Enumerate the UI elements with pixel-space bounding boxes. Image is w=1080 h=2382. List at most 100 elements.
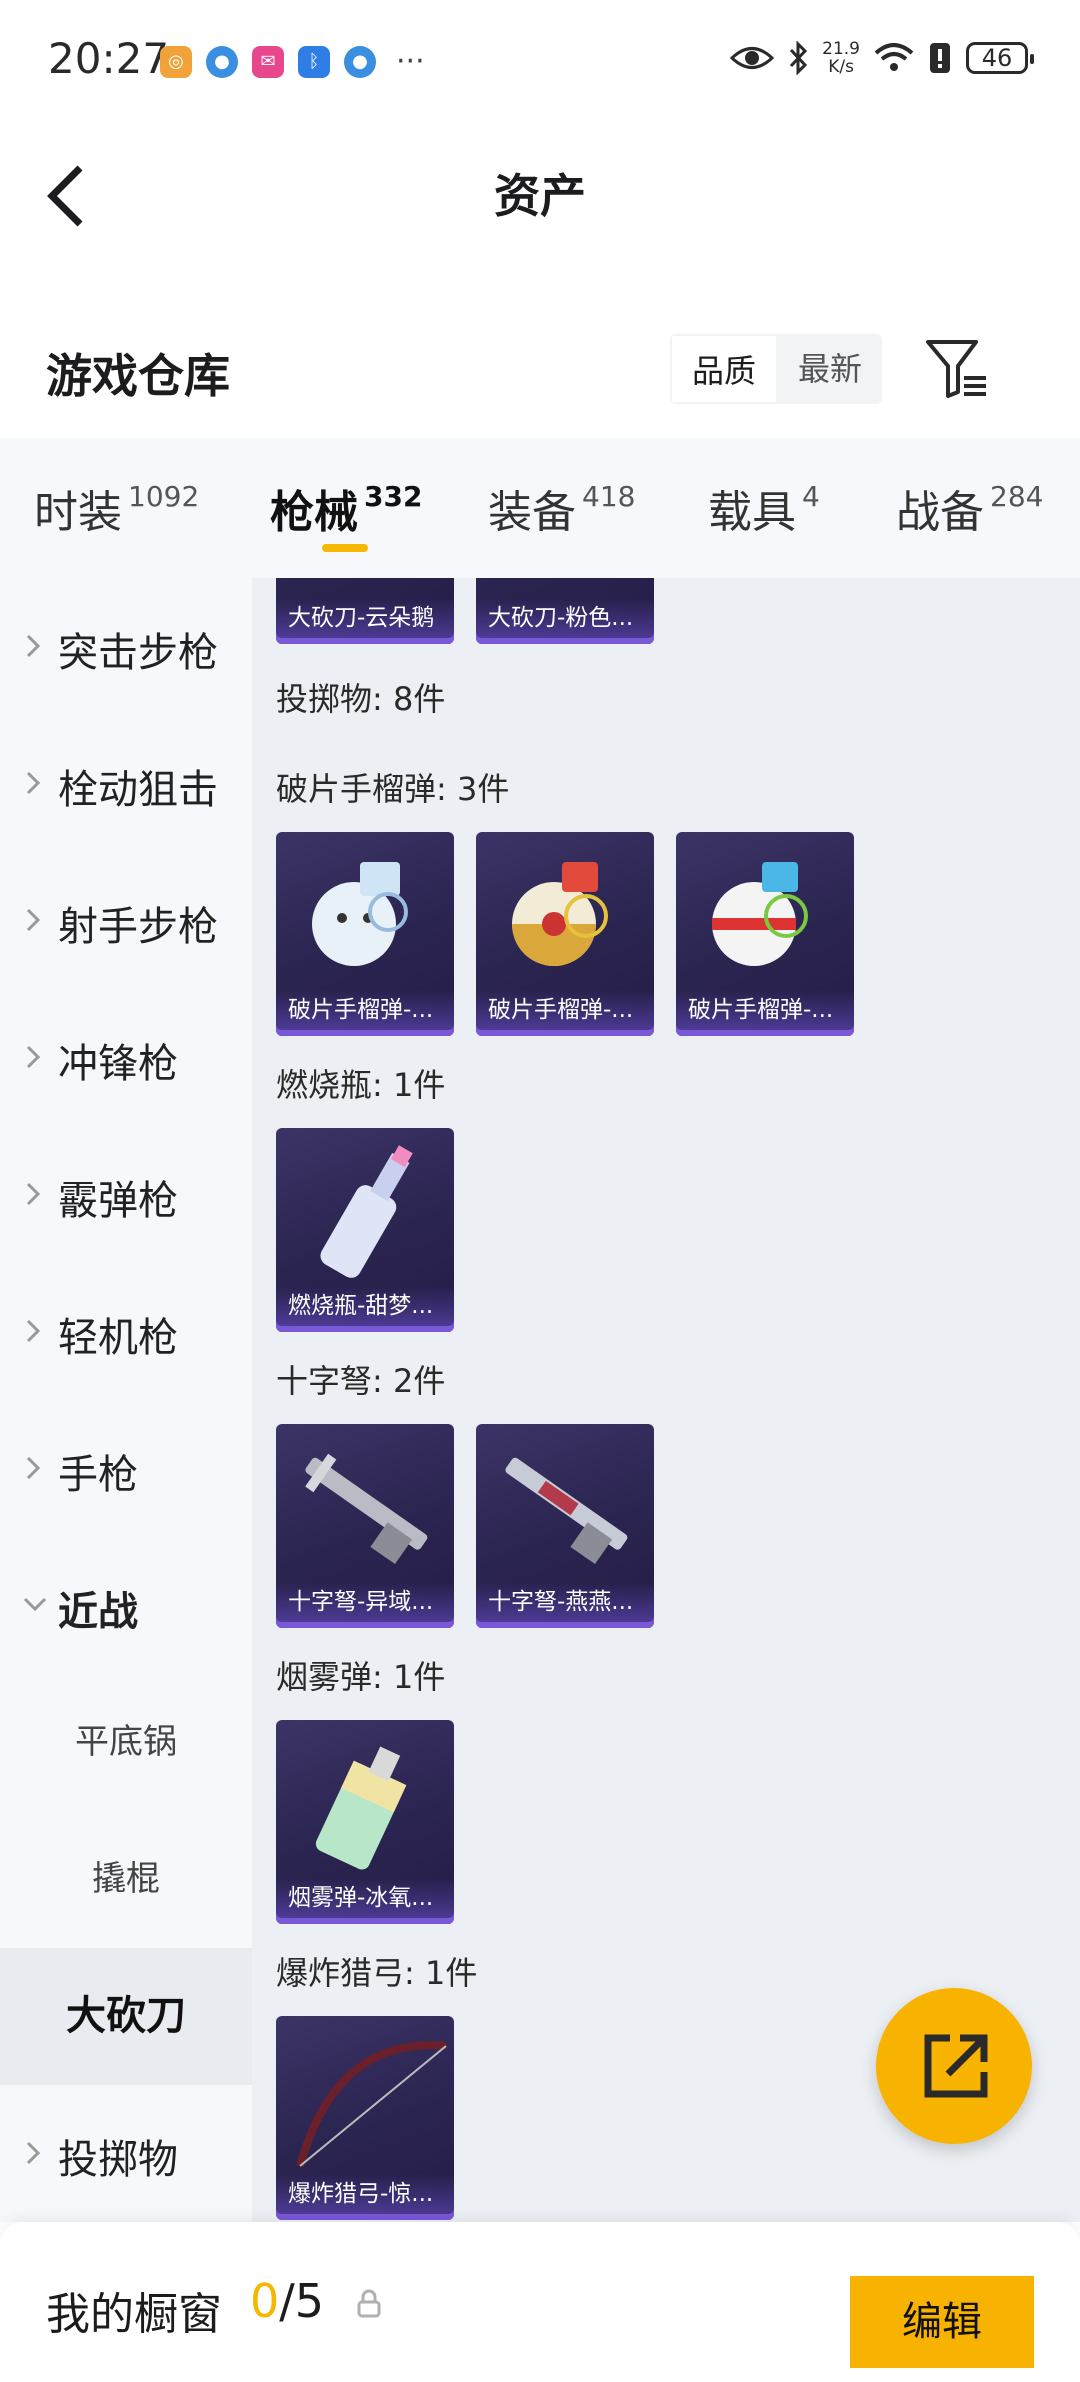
- browser-notification-icon-2: ●: [344, 45, 376, 78]
- sidebar-item-label: 突击步枪: [58, 630, 218, 676]
- chevron-right-icon: [26, 634, 41, 658]
- app-notification-icon: ◎: [160, 45, 192, 78]
- chevron-right-icon: [26, 1456, 41, 1480]
- chat-notification-icon: ✉: [252, 45, 284, 78]
- sidebar-item-label: 霰弹枪: [58, 1178, 178, 1224]
- molotov-image: [320, 1145, 413, 1278]
- section-title: 爆炸猎弓: 1件: [276, 1954, 478, 1992]
- showcase-label: 我的橱窗: [46, 2289, 222, 2340]
- page-title: 资产: [494, 169, 586, 223]
- eye-icon: [730, 47, 775, 69]
- tab-vehicles[interactable]: 载具 4: [708, 476, 820, 540]
- more-notifications-icon: ···: [396, 44, 425, 79]
- item-name: 破片手榴弹-...: [676, 990, 854, 1030]
- hunting-bow-image: [296, 2041, 447, 2168]
- showcase-count: 0/5: [250, 2274, 325, 2328]
- chevron-right-icon: [26, 2141, 41, 2165]
- sidebar-item-assault-rifle[interactable]: 突击步枪: [0, 578, 252, 715]
- sidebar-item-label: 近战: [58, 1589, 138, 1635]
- chevron-right-icon: [26, 1319, 41, 1343]
- weapon-category-sidebar: 突击步枪 栓动狙击 射手步枪 冲锋枪 霰弹枪 轻机枪 手枪 近战 平底锅 撬棍 …: [0, 578, 252, 2222]
- sidebar-subitem-pan[interactable]: 平底锅: [0, 1674, 252, 1811]
- chevron-right-icon: [26, 1045, 41, 1069]
- browser-notification-icon: ●: [206, 45, 238, 78]
- network-speed: 21.9 K/s: [822, 39, 860, 77]
- sidebar-item-label: 射手步枪: [58, 904, 218, 950]
- notification-icons: ◎ ● ✉ ᛒ ● ···: [160, 44, 425, 79]
- item-name: 燃烧瓶-甜梦...: [276, 1286, 454, 1326]
- chevron-right-icon: [26, 771, 41, 795]
- item-card[interactable]: 十字弩-异域...: [276, 1424, 454, 1628]
- tab-tactical[interactable]: 战备 284: [896, 476, 1043, 540]
- sort-quality-button[interactable]: 品质: [670, 334, 779, 404]
- sidebar-item-throwables[interactable]: 投掷物: [0, 2085, 252, 2222]
- item-grid: 大砍刀-云朵鹅 大砍刀-粉色... 投掷物: 8件 破片手榴弹: 3件 破片手榴…: [252, 578, 1080, 2222]
- bluetooth-notification-icon: ᛒ: [298, 45, 330, 78]
- crossbow-image: [305, 1453, 428, 1565]
- frag-grenade-image: [712, 862, 808, 966]
- sidebar-item-shotgun[interactable]: 霰弹枪: [0, 1126, 252, 1263]
- sidebar-subitem-machete[interactable]: 大砍刀: [0, 1948, 252, 2085]
- item-name: 十字弩-异域...: [276, 1582, 454, 1622]
- sidebar-item-label: 投掷物: [58, 2137, 178, 2183]
- item-card[interactable]: 破片手榴弹-...: [476, 832, 654, 1036]
- sidebar-item-pistol[interactable]: 手枪: [0, 1400, 252, 1537]
- chevron-down-icon: [23, 1597, 47, 1612]
- chevron-right-icon: [26, 908, 41, 932]
- item-name: 爆炸猎弓-惊...: [276, 2174, 454, 2214]
- smoke-grenade-image: [315, 1746, 407, 1870]
- sidebar-item-marksman-rifle[interactable]: 射手步枪: [0, 852, 252, 989]
- tab-fashion[interactable]: 时装 1092: [34, 476, 199, 540]
- item-card[interactable]: 十字弩-燕燕...: [476, 1424, 654, 1628]
- item-name: 大砍刀-粉色...: [476, 598, 654, 638]
- wifi-icon: [874, 43, 914, 71]
- external-link-icon: [924, 2034, 988, 2098]
- item-card[interactable]: 破片手榴弹-...: [276, 832, 454, 1036]
- sidebar-item-lmg[interactable]: 轻机枪: [0, 1263, 252, 1400]
- share-fab[interactable]: [876, 1988, 1032, 2144]
- item-name: 大砍刀-云朵鹅: [276, 598, 454, 638]
- category-header: 投掷物: 8件: [276, 680, 446, 718]
- item-card[interactable]: 燃烧瓶-甜梦...: [276, 1128, 454, 1332]
- chevron-right-icon: [26, 1182, 41, 1206]
- top-app-bar: 资产: [0, 120, 1080, 260]
- category-tabs: 时装 1092 枪械 332 装备 418 载具 4 战备 284: [0, 438, 1080, 578]
- showcase-bar: 我的橱窗 0/5 编辑: [0, 2222, 1080, 2382]
- sim-alert-icon: [930, 43, 950, 73]
- item-card[interactable]: 烟雾弹-冰氧...: [276, 1720, 454, 1924]
- item-card[interactable]: 爆炸猎弓-惊...: [276, 2016, 454, 2220]
- tab-equipment[interactable]: 装备 418: [488, 476, 635, 540]
- lock-icon: [357, 2289, 381, 2318]
- section-title: 十字弩: 2件: [276, 1362, 446, 1400]
- active-tab-indicator: [322, 544, 368, 552]
- sidebar-item-melee[interactable]: 近战: [0, 1537, 252, 1674]
- sidebar-item-label: 栓动狙击: [58, 767, 218, 813]
- item-name: 破片手榴弹-...: [476, 990, 654, 1030]
- sidebar-item-label: 轻机枪: [58, 1315, 178, 1361]
- sort-toggle: 品质 最新: [670, 334, 883, 404]
- sort-newest-button[interactable]: 最新: [778, 334, 882, 404]
- section-title: 烟雾弹: 1件: [276, 1658, 446, 1696]
- edit-button[interactable]: 编辑: [850, 2276, 1034, 2368]
- sidebar-item-smg[interactable]: 冲锋枪: [0, 989, 252, 1126]
- tab-firearms[interactable]: 枪械 332: [270, 476, 422, 540]
- sidebar-item-label: 手枪: [58, 1452, 138, 1498]
- item-card[interactable]: 破片手榴弹-...: [676, 832, 854, 1036]
- item-name: 烟雾弹-冰氧...: [276, 1878, 454, 1918]
- item-name: 破片手榴弹-...: [276, 990, 454, 1030]
- section-title: 破片手榴弹: 3件: [276, 770, 510, 808]
- status-time: 20:27: [48, 34, 170, 83]
- crossbow-image: [505, 1457, 628, 1565]
- battery-indicator: 46: [966, 42, 1034, 74]
- frag-grenade-image: [312, 862, 408, 966]
- section-title: 燃烧瓶: 1件: [276, 1066, 446, 1104]
- warehouse-title: 游戏仓库: [46, 349, 230, 403]
- item-card[interactable]: 大砍刀-云朵鹅: [276, 578, 454, 644]
- sidebar-subitem-crowbar[interactable]: 撬棍: [0, 1811, 252, 1948]
- sidebar-item-bolt-sniper[interactable]: 栓动狙击: [0, 715, 252, 852]
- item-card[interactable]: 大砍刀-粉色...: [476, 578, 654, 644]
- filter-icon[interactable]: [924, 336, 990, 402]
- status-bar: 20:27 ◎ ● ✉ ᛒ ● ··· 21.9 K/s 46: [0, 0, 1080, 120]
- sidebar-item-label: 冲锋枪: [58, 1041, 178, 1087]
- item-name: 十字弩-燕燕...: [476, 1582, 654, 1622]
